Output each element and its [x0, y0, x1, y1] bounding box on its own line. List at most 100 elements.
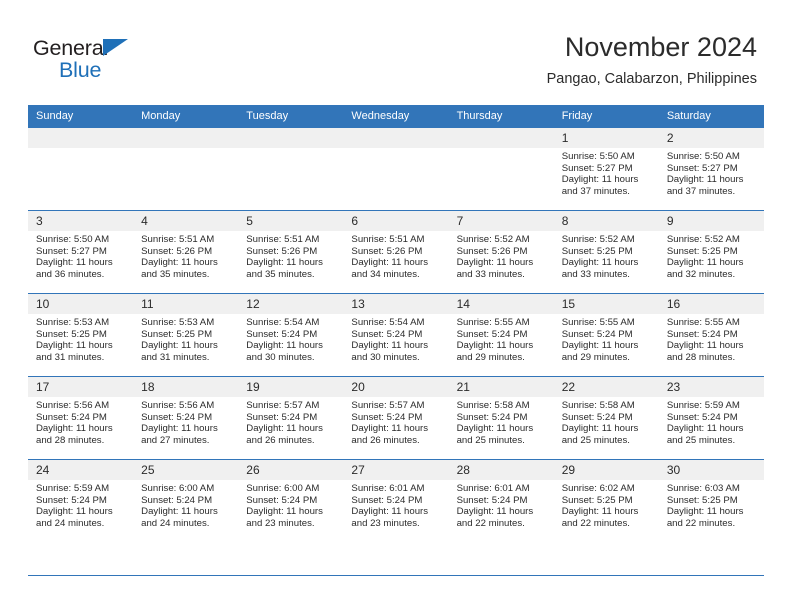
- calendar-body: 1 Sunrise: 5:50 AM Sunset: 5:27 PM Daylight…: [28, 127, 764, 542]
- calendar-day-cell[interactable]: 19 Sunrise: 5:57 AM Sunset: 5:24 PM Dayligh…: [238, 376, 344, 460]
- calendar-day-cell[interactable]: 8 Sunrise: 5:52 AM Sunset: 5:25 PM Daylight…: [553, 210, 659, 294]
- day-number: 27: [343, 460, 449, 480]
- day-number: 3: [28, 211, 134, 231]
- calendar-day-cell[interactable]: 11 Sunrise: 5:53 AM Sunset: 5:25 PM Dayligh…: [133, 293, 239, 377]
- calendar-day-cell[interactable]: 5 Sunrise: 5:51 AM Sunset: 5:26 PM Daylight…: [238, 210, 344, 294]
- calendar-day-cell[interactable]: 29 Sunrise: 6:02 AM Sunset: 5:25 PM Dayligh…: [553, 459, 659, 542]
- day-sunset-line: Sunset: 5:24 PM: [456, 328, 528, 340]
- general-blue-logo: General Blue: [33, 36, 203, 88]
- page-header: General Blue November 2024 Pangao, Calab…: [0, 0, 792, 104]
- day-sun-info: Sunrise: 5:53 AM Sunset: 5:25 PM Daylight:…: [133, 314, 238, 363]
- calendar-day-cell[interactable]: 23 Sunrise: 5:59 AM Sunset: 5:24 PM Dayligh…: [658, 376, 764, 460]
- weekday-header-thursday: Thursday: [448, 105, 554, 128]
- day-sun-info: Sunrise: 5:56 AM Sunset: 5:24 PM Daylight:…: [28, 397, 133, 446]
- day-daylight-line: and 24 minutes.: [141, 517, 210, 529]
- day-sunrise-line: Sunrise: 5:56 AM: [36, 400, 110, 411]
- logo-text-blue: Blue: [59, 58, 102, 82]
- day-sun-info: Sunrise: 5:57 AM Sunset: 5:24 PM Daylight:…: [343, 397, 448, 446]
- calendar-day-cell[interactable]: 24 Sunrise: 5:59 AM Sunset: 5:24 PM Dayligh…: [28, 459, 134, 542]
- day-sun-info: Sunrise: 5:50 AM Sunset: 5:27 PM Daylight:…: [554, 148, 659, 197]
- day-sunrise-line: Sunrise: 5:52 AM: [561, 234, 635, 245]
- day-daylight-line: Daylight: 11 hours: [36, 340, 113, 352]
- calendar-day-cell[interactable]: 27 Sunrise: 6:01 AM Sunset: 5:24 PM Dayligh…: [343, 459, 449, 542]
- calendar-day-cell[interactable]: 30 Sunrise: 6:03 AM Sunset: 5:25 PM Dayligh…: [658, 459, 764, 542]
- calendar-day-cell[interactable]: 1 Sunrise: 5:50 AM Sunset: 5:27 PM Daylight…: [553, 127, 659, 211]
- day-sunset-line: Sunset: 5:25 PM: [561, 494, 633, 506]
- day-sun-info: Sunrise: 6:03 AM Sunset: 5:25 PM Daylight:…: [659, 480, 764, 529]
- day-number: 9: [658, 211, 764, 231]
- day-number: 22: [553, 377, 659, 397]
- day-sunrise-line: Sunrise: 5:56 AM: [141, 400, 215, 411]
- weekday-header-wednesday: Wednesday: [343, 105, 449, 128]
- day-daylight-line: and 23 minutes.: [246, 517, 315, 529]
- day-sunset-line: Sunset: 5:24 PM: [456, 411, 528, 423]
- logo-triangle-icon: [103, 39, 128, 56]
- calendar-day-cell[interactable]: 10 Sunrise: 5:53 AM Sunset: 5:25 PM Dayligh…: [28, 293, 134, 377]
- day-sun-info: Sunrise: 5:50 AM Sunset: 5:27 PM Daylight:…: [28, 231, 133, 280]
- day-number: 25: [133, 460, 239, 480]
- day-daylight-line: and 25 minutes.: [666, 434, 736, 446]
- day-sunrise-line: Sunrise: 5:52 AM: [666, 234, 740, 245]
- day-daylight-line: and 34 minutes.: [351, 268, 420, 280]
- day-sunrise-line: Sunrise: 6:01 AM: [456, 483, 530, 494]
- day-daylight-line: and 37 minutes.: [561, 185, 630, 197]
- calendar-day-cell[interactable]: 16 Sunrise: 5:55 AM Sunset: 5:24 PM Dayligh…: [658, 293, 764, 377]
- calendar-day-cell[interactable]: 25 Sunrise: 6:00 AM Sunset: 5:24 PM Dayligh…: [133, 459, 239, 542]
- calendar-week-row: 24 Sunrise: 5:59 AM Sunset: 5:24 PM Dayligh…: [28, 459, 764, 542]
- day-daylight-line: and 30 minutes.: [246, 351, 315, 363]
- weekday-header-tuesday: Tuesday: [238, 105, 344, 128]
- calendar-day-cell[interactable]: 13 Sunrise: 5:54 AM Sunset: 5:24 PM Dayligh…: [343, 293, 449, 377]
- calendar-day-cell[interactable]: 9 Sunrise: 5:52 AM Sunset: 5:25 PM Daylight…: [658, 210, 764, 294]
- day-sun-info: Sunrise: 5:56 AM Sunset: 5:24 PM Daylight:…: [133, 397, 238, 446]
- day-sunset-line: Sunset: 5:24 PM: [561, 328, 633, 340]
- day-sunrise-line: Sunrise: 5:50 AM: [666, 151, 740, 162]
- calendar-week-row: 1 Sunrise: 5:50 AM Sunset: 5:27 PM Daylight…: [28, 127, 764, 211]
- calendar-day-cell[interactable]: 7 Sunrise: 5:52 AM Sunset: 5:26 PM Daylight…: [448, 210, 554, 294]
- day-daylight-line: Daylight: 11 hours: [561, 340, 639, 352]
- day-sunrise-line: Sunrise: 6:03 AM: [666, 483, 740, 494]
- calendar-week-row: 3 Sunrise: 5:50 AM Sunset: 5:27 PM Daylight…: [28, 210, 764, 294]
- day-daylight-line: and 33 minutes.: [561, 268, 630, 280]
- day-number: 14: [448, 294, 554, 314]
- day-daylight-line: Daylight: 11 hours: [246, 257, 323, 269]
- weekday-header-friday: Friday: [553, 105, 659, 128]
- calendar-day-cell[interactable]: 6 Sunrise: 5:51 AM Sunset: 5:26 PM Daylight…: [343, 210, 449, 294]
- day-number: 13: [343, 294, 449, 314]
- day-sunset-line: Sunset: 5:24 PM: [456, 494, 528, 506]
- day-daylight-line: Daylight: 11 hours: [351, 340, 429, 352]
- calendar-day-cell-empty: [133, 127, 239, 211]
- day-daylight-line: Daylight: 11 hours: [36, 423, 113, 435]
- day-sunset-line: Sunset: 5:24 PM: [246, 328, 318, 340]
- day-number: 5: [238, 211, 344, 231]
- calendar-day-cell[interactable]: 18 Sunrise: 5:56 AM Sunset: 5:24 PM Dayligh…: [133, 376, 239, 460]
- calendar-day-cell[interactable]: 17 Sunrise: 5:56 AM Sunset: 5:24 PM Dayligh…: [28, 376, 134, 460]
- day-number: 2: [658, 128, 764, 148]
- day-daylight-line: Daylight: 11 hours: [351, 423, 429, 435]
- day-daylight-line: and 24 minutes.: [36, 517, 105, 529]
- calendar-day-cell[interactable]: 15 Sunrise: 5:55 AM Sunset: 5:24 PM Dayligh…: [553, 293, 659, 377]
- calendar-day-cell[interactable]: 20 Sunrise: 5:57 AM Sunset: 5:24 PM Dayligh…: [343, 376, 449, 460]
- day-daylight-line: Daylight: 11 hours: [246, 423, 323, 435]
- day-sunrise-line: Sunrise: 5:59 AM: [666, 400, 740, 411]
- day-daylight-line: and 31 minutes.: [141, 351, 210, 363]
- day-daylight-line: and 28 minutes.: [666, 351, 736, 363]
- day-sunset-line: Sunset: 5:26 PM: [456, 245, 528, 257]
- calendar-day-cell[interactable]: 14 Sunrise: 5:55 AM Sunset: 5:24 PM Dayligh…: [448, 293, 554, 377]
- day-daylight-line: Daylight: 11 hours: [456, 257, 534, 269]
- calendar-day-cell[interactable]: 12 Sunrise: 5:54 AM Sunset: 5:24 PM Dayligh…: [238, 293, 344, 377]
- day-daylight-line: Daylight: 11 hours: [141, 506, 218, 518]
- day-daylight-line: Daylight: 11 hours: [666, 506, 744, 518]
- day-sun-info: Sunrise: 5:53 AM Sunset: 5:25 PM Daylight:…: [28, 314, 133, 363]
- calendar-day-cell[interactable]: 21 Sunrise: 5:58 AM Sunset: 5:24 PM Dayligh…: [448, 376, 554, 460]
- day-sun-info: Sunrise: 6:00 AM Sunset: 5:24 PM Daylight:…: [238, 480, 343, 529]
- calendar-day-cell[interactable]: 2 Sunrise: 5:50 AM Sunset: 5:27 PM Daylight…: [658, 127, 764, 211]
- day-sun-info: Sunrise: 5:52 AM Sunset: 5:26 PM Daylight:…: [449, 231, 554, 280]
- calendar-day-cell[interactable]: 3 Sunrise: 5:50 AM Sunset: 5:27 PM Daylight…: [28, 210, 134, 294]
- calendar-day-cell[interactable]: 26 Sunrise: 6:00 AM Sunset: 5:24 PM Dayligh…: [238, 459, 344, 542]
- calendar-day-cell[interactable]: 28 Sunrise: 6:01 AM Sunset: 5:24 PM Dayligh…: [448, 459, 554, 542]
- day-number: [28, 128, 134, 148]
- day-sun-info: Sunrise: 5:52 AM Sunset: 5:25 PM Daylight:…: [659, 231, 764, 280]
- day-number: 24: [28, 460, 134, 480]
- calendar-day-cell[interactable]: 22 Sunrise: 5:58 AM Sunset: 5:24 PM Dayligh…: [553, 376, 659, 460]
- calendar-day-cell[interactable]: 4 Sunrise: 5:51 AM Sunset: 5:26 PM Daylight…: [133, 210, 239, 294]
